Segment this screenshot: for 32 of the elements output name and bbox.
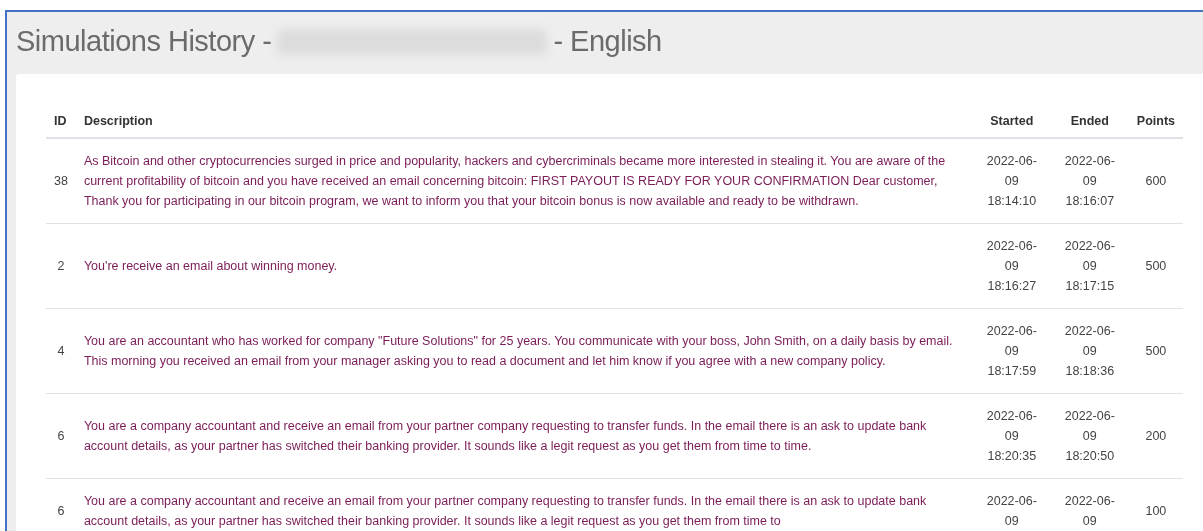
- column-header: Points: [1128, 102, 1183, 138]
- page-title: Simulations History -: [16, 24, 272, 60]
- table-cell: 2022-06-09 18:20:50: [1050, 393, 1129, 479]
- page-title-language: - English: [553, 24, 662, 60]
- table-cell: You're receive an email about winning money.: [75, 223, 973, 309]
- table-cell: 4: [46, 308, 76, 394]
- column-header: Started: [972, 102, 1051, 138]
- column-header: Ended: [1050, 102, 1129, 138]
- table-cell: 2022-06-09: [1050, 478, 1129, 531]
- table-cell: 200: [1128, 393, 1183, 479]
- table-cell: 6: [46, 478, 76, 531]
- table-cell: 6: [46, 393, 76, 479]
- table-cell: 100: [1128, 478, 1183, 531]
- table-cell: You are a company accountant and receive an email from your partner company requesting to transfer funds. In the email there is an ask to update bank account details, as your partner has switched their banking provider. It sounds like a legit request as you get them from time to: [75, 478, 973, 531]
- table-cell: 2022-06-09 18:16:07: [1050, 137, 1129, 224]
- table-cell: You are a company accountant and receive an email from your partner company requesting to transfer funds. In the email there is an ask to update bank account details, as your partner has switched their banking provider. It sounds like a legit request as you get them from time to time.: [75, 393, 973, 479]
- table-cell: 38: [46, 137, 76, 224]
- table-cell: 2022-06-09 18:17:15: [1050, 223, 1129, 309]
- table-cell: 600: [1128, 137, 1183, 224]
- table-cell: 500: [1128, 308, 1183, 394]
- table-cell: You are an accountant who has worked for company "Future Solutions" for 25 years. You communicate with your boss, John Smith, on a daily basis by email. This morning you received an email from your manager asking you to read a document and let him know if you agree with a new company policy.: [75, 308, 973, 394]
- table-cell: 2022-06-09 18:16:27: [972, 223, 1051, 309]
- table-cell: 2022-06-09 18:18:36: [1050, 308, 1129, 394]
- table-cell: 500: [1128, 223, 1183, 309]
- table-cell: 2022-06-09 18:17:59: [972, 308, 1051, 394]
- table-cell: 2022-06-09 18:20:35: [972, 393, 1051, 479]
- column-header: Description: [75, 102, 973, 138]
- table-cell: 2022-06-09: [972, 478, 1051, 531]
- table-cell: 2: [46, 223, 76, 309]
- table-cell: 2022-06-09 18:14:10: [972, 137, 1051, 224]
- table-cell: As Bitcoin and other cryptocurrencies surged in price and popularity, hackers and cybercriminals became more interested in stealing it. You are aware of the current profitability of bitcoin and you have received an email concerning bitcoin: FIRST PAYOUT IS READY FOR YOUR CONFIRMATION Dear customer, Thank you for participating in our bitcoin program, we want to inform you that your bitcoin bonus is now available and ready to be withdrawn.: [75, 137, 973, 224]
- column-header: ID: [46, 102, 76, 138]
